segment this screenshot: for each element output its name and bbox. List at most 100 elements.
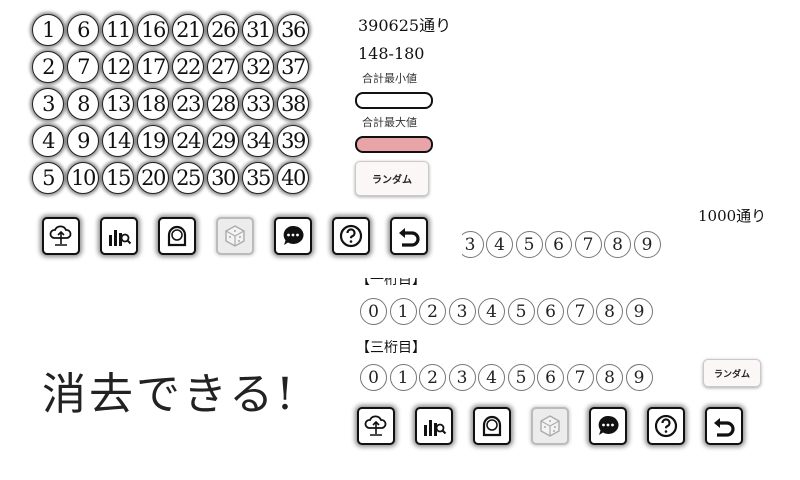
number-ball[interactable]: 26 xyxy=(207,14,239,46)
chart-search-button[interactable] xyxy=(415,407,453,445)
bell-icon xyxy=(164,223,190,249)
number-ball[interactable]: 3 xyxy=(32,88,64,120)
digit-button[interactable]: 2 xyxy=(419,298,446,325)
dice-icon xyxy=(537,413,563,439)
number-ball[interactable]: 27 xyxy=(207,51,239,83)
undo-button[interactable] xyxy=(705,407,743,445)
number-ball[interactable]: 16 xyxy=(137,14,169,46)
help-button[interactable] xyxy=(332,217,370,255)
min-sum-slider[interactable] xyxy=(355,92,433,109)
number-ball[interactable]: 10 xyxy=(67,162,99,194)
digit-button[interactable]: 5 xyxy=(507,364,535,391)
number-ball[interactable]: 4 xyxy=(32,125,64,157)
number-ball[interactable]: 6 xyxy=(67,14,99,46)
digit-button[interactable]: 0 xyxy=(360,364,387,391)
digit-button[interactable]: 7 xyxy=(566,298,594,325)
number-ball[interactable]: 32 xyxy=(242,51,274,83)
digit-button[interactable]: 5 xyxy=(507,298,535,325)
chat-icon xyxy=(280,223,306,249)
number-ball[interactable]: 29 xyxy=(207,125,239,157)
number-ball[interactable]: 21 xyxy=(172,14,204,46)
dice-icon xyxy=(222,223,248,249)
number-ball[interactable]: 34 xyxy=(242,125,274,157)
number-ball[interactable]: 2 xyxy=(32,51,64,83)
digit-button[interactable]: 8 xyxy=(596,298,623,325)
cloud-upload-icon xyxy=(48,223,74,249)
number-ball[interactable]: 36 xyxy=(277,14,309,46)
digit-button[interactable]: 8 xyxy=(604,231,631,258)
max-sum-slider[interactable] xyxy=(355,136,433,153)
chart-search-button[interactable] xyxy=(100,217,138,255)
number-ball[interactable]: 33 xyxy=(242,88,274,120)
cloud-upload-button[interactable] xyxy=(357,407,395,445)
number-ball[interactable]: 38 xyxy=(277,88,309,120)
number-ball[interactable]: 14 xyxy=(102,125,134,157)
digit-button[interactable]: 4 xyxy=(486,231,513,258)
chart-search-icon xyxy=(421,413,447,439)
dice-button xyxy=(216,217,254,255)
bell-button[interactable] xyxy=(473,407,511,445)
undo-button[interactable] xyxy=(390,217,428,255)
undo-icon xyxy=(396,223,422,249)
toolbar-bottom xyxy=(357,407,743,445)
number-ball[interactable]: 12 xyxy=(102,51,134,83)
number-ball[interactable]: 7 xyxy=(67,51,99,83)
digit-button[interactable]: 3 xyxy=(448,364,476,391)
chat-icon xyxy=(595,413,621,439)
bell-button[interactable] xyxy=(158,217,196,255)
digit-button[interactable]: 6 xyxy=(537,364,564,391)
digit-button[interactable]: 3 xyxy=(448,298,476,325)
digit-button[interactable]: 9 xyxy=(625,364,653,391)
chat-button[interactable] xyxy=(589,407,627,445)
help-icon xyxy=(338,223,364,249)
random-button[interactable]: ランダム xyxy=(355,161,429,196)
number-ball[interactable]: 5 xyxy=(32,162,64,194)
number-ball[interactable]: 19 xyxy=(137,125,169,157)
number-ball[interactable]: 18 xyxy=(137,88,169,120)
number-ball[interactable]: 39 xyxy=(277,125,309,157)
digit-button[interactable]: 5 xyxy=(515,231,543,258)
cloud-upload-button[interactable] xyxy=(42,217,80,255)
chart-search-icon xyxy=(106,223,132,249)
chat-button[interactable] xyxy=(274,217,312,255)
help-button[interactable] xyxy=(647,407,685,445)
number-ball[interactable]: 40 xyxy=(277,162,309,194)
digit-button[interactable]: 9 xyxy=(633,231,661,258)
number-ball[interactable]: 11 xyxy=(102,14,134,46)
number-ball[interactable]: 30 xyxy=(207,162,239,194)
number-ball[interactable]: 35 xyxy=(242,162,274,194)
digit-button[interactable]: 3 xyxy=(462,231,484,258)
digit-button[interactable]: 7 xyxy=(566,364,594,391)
number-ball[interactable]: 13 xyxy=(102,88,134,120)
number-ball[interactable]: 1 xyxy=(32,14,64,46)
number-ball[interactable]: 25 xyxy=(172,162,204,194)
number-ball[interactable]: 9 xyxy=(67,125,99,157)
digit-button[interactable]: 7 xyxy=(574,231,602,258)
number-ball[interactable]: 22 xyxy=(172,51,204,83)
combination-count: 390625通り xyxy=(358,16,452,35)
bell-icon xyxy=(479,413,505,439)
digit-button[interactable]: 6 xyxy=(545,231,572,258)
digit-button[interactable]: 1 xyxy=(389,364,417,391)
digit-row-3: 0123456789 xyxy=(360,364,653,391)
number-ball[interactable]: 8 xyxy=(67,88,99,120)
number-ball[interactable]: 15 xyxy=(102,162,134,194)
digit-row-2: 0123456789 xyxy=(462,231,661,258)
digit-button[interactable]: 8 xyxy=(596,364,623,391)
number-ball[interactable]: 20 xyxy=(137,162,169,194)
number-grid: 1 6 11 16 21 26 31 36 2 7 12 17 22 27 32 37 3 8 13 18 23 28 33… xyxy=(32,14,314,200)
number-ball[interactable]: 28 xyxy=(207,88,239,120)
digit-button[interactable]: 4 xyxy=(478,364,505,391)
number-ball[interactable]: 23 xyxy=(172,88,204,120)
digit-button[interactable]: 0 xyxy=(360,298,387,325)
number-ball[interactable]: 31 xyxy=(242,14,274,46)
digit-button[interactable]: 2 xyxy=(419,364,446,391)
random-digit-button[interactable]: ランダム xyxy=(703,359,761,387)
digit-button[interactable]: 4 xyxy=(478,298,505,325)
digit-button[interactable]: 9 xyxy=(625,298,653,325)
digit-button[interactable]: 6 xyxy=(537,298,564,325)
number-ball[interactable]: 37 xyxy=(277,51,309,83)
digit-button[interactable]: 1 xyxy=(389,298,417,325)
number-ball[interactable]: 17 xyxy=(137,51,169,83)
number-ball[interactable]: 24 xyxy=(172,125,204,157)
